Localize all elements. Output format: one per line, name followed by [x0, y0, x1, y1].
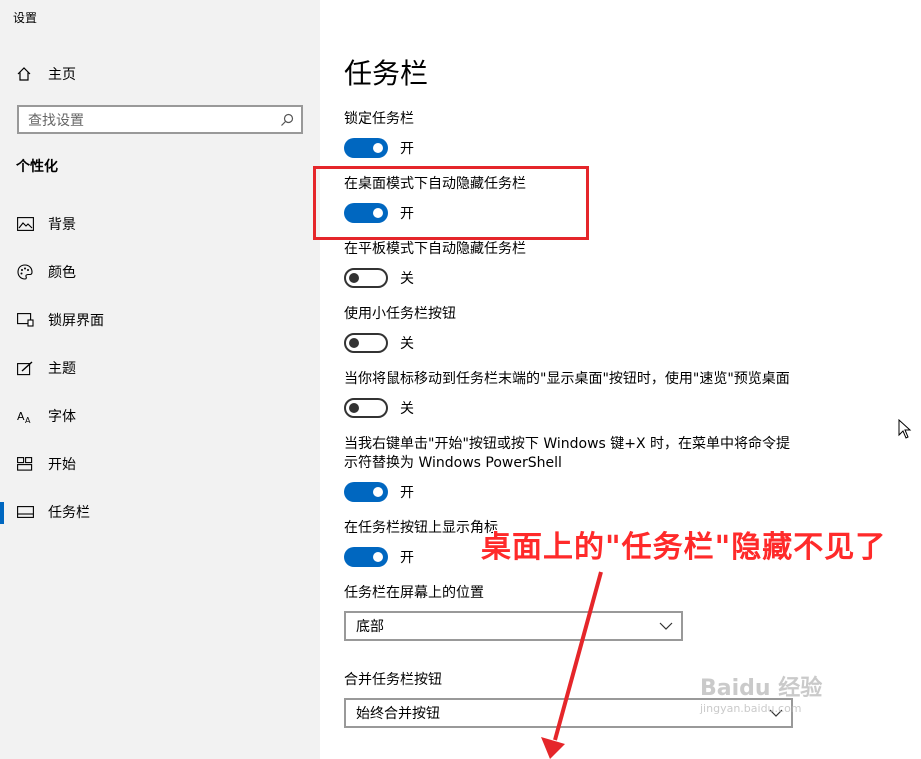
sidebar-item-themes[interactable]: 主题 [0, 344, 320, 392]
taskbar-position-select[interactable]: 底部 [344, 611, 683, 641]
sidebar-item-label: 背景 [48, 217, 76, 233]
theme-icon [16, 360, 34, 376]
page-title: 任务栏 [344, 57, 429, 90]
search-input[interactable]: 查找设置 [17, 105, 303, 134]
toggle-row-autohide-tablet: 关 [344, 268, 414, 288]
setting-label-peek: 当你将鼠标移动到任务栏末端的"显示桌面"按钮时，使用"速览"预览桌面 [344, 371, 790, 387]
sidebar-item-lockscreen[interactable]: 锁屏界面 [0, 296, 320, 344]
main-panel: 任务栏 锁定任务栏 开 在桌面模式下自动隐藏任务栏 开 在平板模式下自动隐藏任务… [320, 0, 921, 759]
svg-text:A: A [25, 416, 31, 424]
setting-label-badges: 在任务栏按钮上显示角标 [344, 520, 498, 536]
toggle-state: 关 [400, 271, 414, 287]
toggle-state: 关 [400, 401, 414, 417]
sidebar-item-label: 锁屏界面 [48, 313, 104, 329]
palette-icon [16, 264, 34, 280]
window-title: 设置 [13, 11, 38, 25]
sidebar-home-label: 主页 [48, 67, 76, 83]
sidebar-item-label: 颜色 [48, 265, 76, 281]
annotation-text: 桌面上的"任务栏"隐藏不见了 [481, 530, 887, 565]
font-icon: AA [16, 408, 34, 424]
setting-label-powershell-line2: 示符替换为 Windows PowerShell [344, 455, 562, 471]
toggle-row-badges: 开 [344, 547, 414, 567]
taskbar-icon [16, 504, 34, 520]
watermark-subtext: jingyan.baidu.com [700, 702, 802, 715]
cursor-icon [898, 419, 912, 439]
section-heading: 个性化 [16, 159, 58, 175]
select-value: 底部 [356, 619, 384, 635]
svg-text:A: A [17, 410, 25, 423]
chevron-down-icon [651, 622, 681, 630]
sidebar-item-label: 字体 [48, 409, 76, 425]
setting-label-autohide-tablet: 在平板模式下自动隐藏任务栏 [344, 241, 526, 257]
toggle-state: 开 [400, 550, 414, 566]
sidebar-item-taskbar[interactable]: 任务栏 [0, 488, 320, 536]
start-icon [16, 456, 34, 472]
toggle-state: 开 [400, 141, 414, 157]
toggle-row-small-buttons: 关 [344, 333, 414, 353]
badges-toggle[interactable] [344, 547, 388, 567]
sidebar-item-background[interactable]: 背景 [0, 200, 320, 248]
toggle-state: 关 [400, 336, 414, 352]
image-icon [16, 216, 34, 232]
toggle-state: 开 [400, 485, 414, 501]
sidebar-item-fonts[interactable]: AA 字体 [0, 392, 320, 440]
sidebar-item-label: 任务栏 [48, 505, 90, 521]
setting-label-position: 任务栏在屏幕上的位置 [344, 585, 484, 601]
toggle-row-powershell: 开 [344, 482, 414, 502]
watermark-text: Baidu 经验 [700, 676, 823, 701]
autohide-tablet-toggle[interactable] [344, 268, 388, 288]
sidebar-item-label: 主题 [48, 361, 76, 377]
home-icon [16, 66, 32, 82]
lockscreen-icon [16, 312, 34, 328]
powershell-toggle[interactable] [344, 482, 388, 502]
setting-label-lock-taskbar: 锁定任务栏 [344, 111, 414, 127]
sidebar-item-label: 开始 [48, 457, 76, 473]
small-buttons-toggle[interactable] [344, 333, 388, 353]
setting-label-combine: 合并任务栏按钮 [344, 672, 442, 688]
sidebar-nav: 背景 颜色 锁屏界面 主题 AA 字体 开始 任务栏 [0, 200, 320, 536]
search-placeholder: 查找设置 [28, 112, 84, 129]
sidebar-item-colors[interactable]: 颜色 [0, 248, 320, 296]
toggle-row-peek: 关 [344, 398, 414, 418]
watermark-logo: Baidu 经验 jingyan.baidu.com [700, 670, 822, 715]
setting-label-powershell-line1: 当我右键单击"开始"按钮或按下 Windows 键+X 时，在菜单中将命令提 [344, 436, 791, 452]
sidebar-item-home[interactable]: 主页 [16, 63, 76, 85]
search-icon[interactable] [276, 109, 298, 131]
setting-label-small-buttons: 使用小任务栏按钮 [344, 306, 456, 322]
lock-taskbar-toggle[interactable] [344, 138, 388, 158]
toggle-row-lock-taskbar: 开 [344, 138, 414, 158]
sidebar: 设置 主页 查找设置 个性化 背景 颜色 锁屏界面 主题 A A 字体 开始 任… [0, 0, 320, 759]
highlight-box [313, 166, 589, 240]
peek-toggle[interactable] [344, 398, 388, 418]
sidebar-item-start[interactable]: 开始 [0, 440, 320, 488]
